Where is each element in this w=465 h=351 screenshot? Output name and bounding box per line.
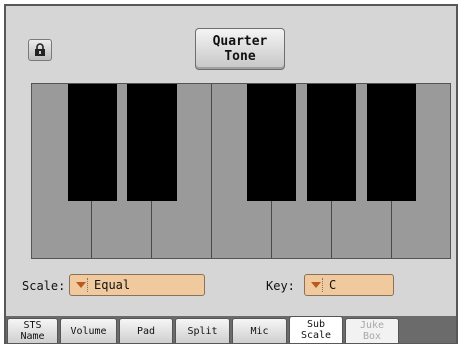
tab-label: Pad bbox=[136, 325, 156, 337]
tab-label: Name bbox=[20, 331, 45, 342]
tab-label: Volume bbox=[70, 325, 107, 337]
black-key-c-sharp[interactable] bbox=[68, 84, 117, 201]
black-key-f-sharp[interactable] bbox=[247, 84, 296, 201]
tab-label: STS bbox=[23, 320, 42, 331]
scale-dropdown[interactable]: Equal bbox=[69, 274, 205, 296]
tab-label: Box bbox=[362, 331, 382, 342]
dropdown-arrow-icon bbox=[311, 282, 321, 288]
key-label: Key: bbox=[266, 279, 295, 293]
quarter-tone-label-line2: Tone bbox=[224, 49, 256, 64]
tab-label: Scale bbox=[300, 330, 332, 341]
tab-volume[interactable]: Volume bbox=[60, 318, 117, 343]
key-dropdown[interactable]: C bbox=[304, 274, 394, 296]
black-key-d-sharp[interactable] bbox=[127, 84, 177, 201]
black-key-g-sharp[interactable] bbox=[307, 84, 356, 201]
tab-label: Juke bbox=[359, 320, 385, 331]
tab-bar: STS Name Volume Pad Split Mic Sub Scale … bbox=[6, 316, 456, 343]
tab-split[interactable]: Split bbox=[175, 318, 230, 343]
lock-icon bbox=[35, 43, 45, 56]
tab-sub-scale[interactable]: Sub Scale bbox=[289, 316, 343, 343]
dropdown-arrow-icon bbox=[76, 282, 86, 288]
tab-label: Split bbox=[187, 325, 218, 337]
scale-value: Equal bbox=[94, 278, 131, 292]
tab-label: Sub bbox=[306, 319, 326, 330]
tab-pad[interactable]: Pad bbox=[119, 318, 173, 343]
tab-sts-name[interactable]: STS Name bbox=[7, 318, 58, 343]
tab-label: Mic bbox=[250, 325, 269, 337]
key-value: C bbox=[329, 278, 337, 292]
black-key-a-sharp[interactable] bbox=[367, 84, 416, 201]
quarter-tone-label-line1: Quarter bbox=[212, 34, 268, 49]
sub-scale-panel: Quarter Tone Scale: Equal Key: C bbox=[4, 4, 458, 344]
lock-button[interactable] bbox=[28, 39, 52, 61]
tab-juke-box: Juke Box bbox=[345, 318, 399, 343]
scale-label: Scale: bbox=[22, 279, 66, 293]
scale-keyboard bbox=[31, 83, 451, 259]
quarter-tone-button[interactable]: Quarter Tone bbox=[195, 28, 285, 70]
tab-mic[interactable]: Mic bbox=[232, 318, 287, 343]
